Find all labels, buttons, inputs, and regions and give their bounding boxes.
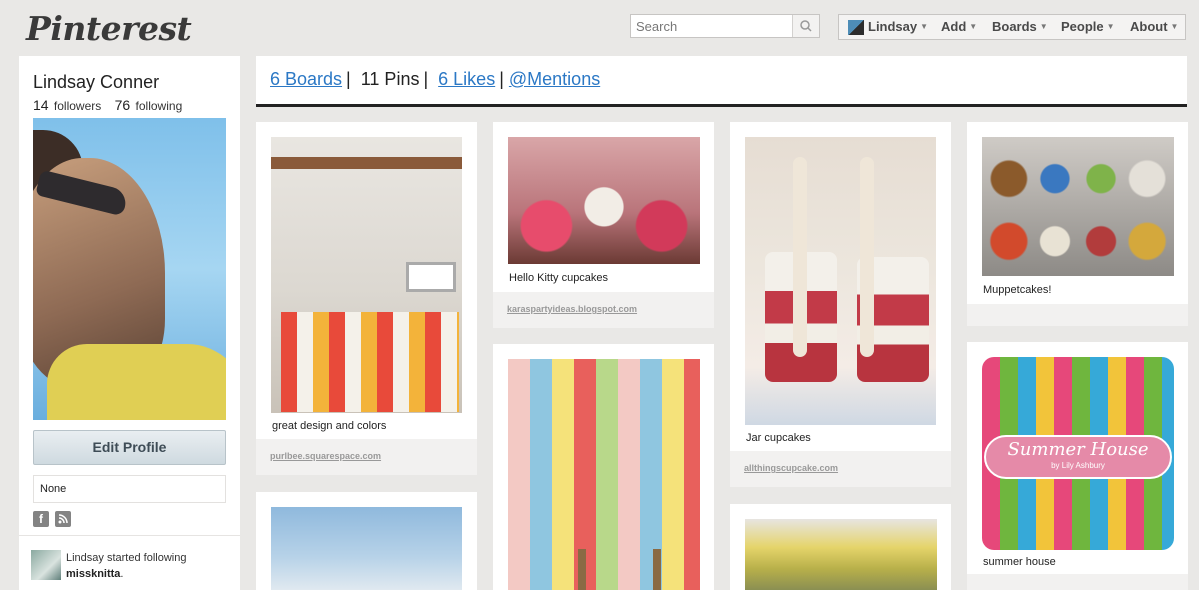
chevron-down-icon: ▼ xyxy=(1106,22,1115,31)
tab-boards[interactable]: 6 Boards xyxy=(270,69,342,89)
pin-source: karaspartyideas.blogspot.com xyxy=(493,292,714,328)
followers-count: 14 xyxy=(33,97,49,113)
pin-source xyxy=(967,304,1188,326)
pin-card[interactable]: Jar cupcakes allthingscupcake.com xyxy=(730,122,951,487)
pinterest-logo[interactable]: Pinterest xyxy=(26,9,192,48)
pin-image[interactable] xyxy=(508,137,700,264)
pin-description: great design and colors xyxy=(272,420,387,432)
edit-profile-button[interactable]: Edit Profile xyxy=(33,430,226,465)
rss-glyph xyxy=(58,514,68,524)
pin-description: Jar cupcakes xyxy=(746,432,811,444)
pin-source-link[interactable]: purlbee.squarespace.com xyxy=(270,451,381,461)
nav-add-label: Add xyxy=(941,19,967,34)
chevron-down-icon: ▼ xyxy=(1170,22,1179,31)
pin-source: purlbee.squarespace.com xyxy=(256,439,477,475)
pin-card[interactable] xyxy=(730,504,951,590)
search-input[interactable]: Search xyxy=(630,14,820,38)
location-field: None xyxy=(33,475,226,503)
sidebar-divider xyxy=(19,535,240,536)
tab-mentions[interactable]: @Mentions xyxy=(509,69,600,89)
pin-image[interactable] xyxy=(271,137,462,413)
following-count: 76 xyxy=(114,97,131,113)
following-link[interactable]: 76 following xyxy=(114,97,183,113)
tab-pins[interactable]: 11 Pins xyxy=(361,69,420,89)
user-avatar-icon[interactable] xyxy=(848,20,864,35)
pin-card[interactable]: Summer House by Lily Ashbury summer hous… xyxy=(967,342,1188,590)
nav-boards-label: Boards xyxy=(992,19,1037,34)
profile-name: Lindsay Conner xyxy=(33,72,160,92)
search-button[interactable] xyxy=(792,15,819,37)
following-label: following xyxy=(135,99,183,113)
activity-suffix: . xyxy=(120,568,124,580)
nav-add-menu[interactable]: Add ▼ xyxy=(941,19,977,34)
profile-photo xyxy=(33,118,226,420)
pin-description: summer house xyxy=(983,556,1056,568)
chevron-down-icon: ▼ xyxy=(969,22,978,31)
facebook-icon[interactable]: f xyxy=(33,511,49,527)
nav-user-label: Lindsay xyxy=(868,19,918,34)
pin-card[interactable]: Hello Kitty cupcakes karaspartyideas.blo… xyxy=(493,122,714,328)
pin-description: Hello Kitty cupcakes xyxy=(509,272,609,284)
tab-likes[interactable]: 6 Likes xyxy=(438,69,495,89)
profile-sidebar: Lindsay Conner 14 followers 76 following… xyxy=(19,56,240,590)
pin-card[interactable]: Muppetcakes! xyxy=(967,122,1188,326)
nav-about-menu[interactable]: About ▼ xyxy=(1130,19,1178,34)
pin-image[interactable] xyxy=(271,507,462,590)
pin-image[interactable] xyxy=(745,137,936,425)
pin-image[interactable] xyxy=(508,359,700,590)
pin-image[interactable] xyxy=(745,519,937,590)
search-icon xyxy=(800,20,812,32)
pin-card[interactable] xyxy=(256,492,477,590)
activity-item: Lindsay started following missknitta. xyxy=(66,550,186,582)
nav-about-label: About xyxy=(1130,19,1168,34)
followers-link[interactable]: 14 followers xyxy=(33,97,102,113)
nav-people-menu[interactable]: People ▼ xyxy=(1061,19,1115,34)
pin-image[interactable] xyxy=(982,137,1174,276)
fabric-subtitle: by Lily Ashbury xyxy=(1051,461,1105,470)
fabric-title: Summer House xyxy=(1007,439,1149,460)
pin-image[interactable]: Summer House by Lily Ashbury xyxy=(982,357,1174,550)
chevron-down-icon: ▼ xyxy=(1039,22,1048,31)
profile-tabs: 6 Boards | 11 Pins | 6 Likes | @Mentions xyxy=(256,56,1187,107)
fabric-label: Summer House by Lily Ashbury xyxy=(984,435,1172,479)
nav-boards-menu[interactable]: Boards ▼ xyxy=(992,19,1048,34)
nav-user-menu[interactable]: Lindsay ▼ xyxy=(868,19,928,34)
pin-card[interactable]: great design and colors purlbee.squaresp… xyxy=(256,122,477,475)
pin-card[interactable] xyxy=(493,344,714,590)
pin-source-link[interactable]: allthingscupcake.com xyxy=(744,463,838,473)
pin-source xyxy=(967,574,1188,590)
chevron-down-icon: ▼ xyxy=(920,22,929,31)
nav-people-label: People xyxy=(1061,19,1104,34)
follow-stats: 14 followers 76 following xyxy=(33,97,182,113)
activity-text: Lindsay started following xyxy=(66,552,187,564)
activity-user-link[interactable]: missknitta xyxy=(66,568,120,580)
search-placeholder: Search xyxy=(636,19,678,34)
pin-source-link[interactable]: karaspartyideas.blogspot.com xyxy=(507,304,637,314)
pin-description: Muppetcakes! xyxy=(983,284,1052,296)
pin-source: allthingscupcake.com xyxy=(730,451,951,487)
activity-avatar[interactable] xyxy=(31,550,61,580)
top-nav: Lindsay ▼ Add ▼ Boards ▼ People ▼ About ▼ xyxy=(838,14,1186,40)
followers-label: followers xyxy=(53,99,102,113)
rss-icon[interactable] xyxy=(55,511,71,527)
